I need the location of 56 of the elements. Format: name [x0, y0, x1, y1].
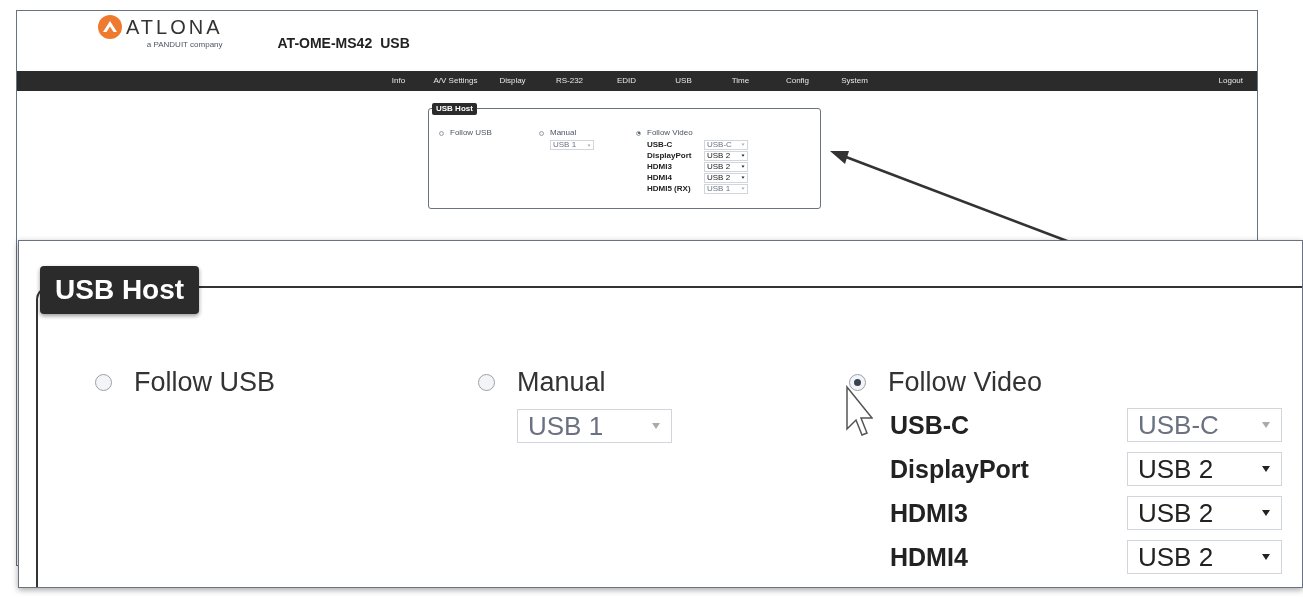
radio-button[interactable] [478, 373, 495, 391]
radio-label: Follow USB [134, 368, 276, 396]
radio-label: Manual [517, 368, 606, 396]
logo-text: ATLONA [126, 17, 223, 37]
dropdown-caret-icon [741, 154, 745, 157]
dropdown-caret-icon [741, 165, 745, 168]
dropdown[interactable]: USB 2 [1127, 540, 1282, 574]
nav-link[interactable]: Display [484, 75, 541, 87]
dropdown-caret-icon [1261, 509, 1271, 517]
port-label: HDMI3 [890, 500, 969, 526]
dropdown-caret-icon [1261, 465, 1271, 473]
dropdown-caret-icon [741, 187, 745, 190]
radio-label: Manual [550, 129, 577, 137]
nav-link[interactable]: Time [712, 75, 769, 87]
port-label: HDMI5 (RX) [647, 184, 692, 193]
dropdown[interactable]: USB 2 [704, 161, 748, 172]
nav-link[interactable]: USB [655, 75, 712, 87]
radio-label: Follow USB [450, 129, 492, 137]
port-label: DisplayPort [647, 151, 693, 160]
radio-button[interactable] [439, 130, 444, 136]
mouse-cursor-icon [845, 385, 873, 437]
radio-label: Follow Video [647, 129, 693, 137]
nav-link[interactable]: RS-232 [541, 75, 598, 87]
dropdown[interactable]: USB 2 [704, 172, 748, 183]
nav-link[interactable]: System [826, 75, 883, 87]
section-title: USB Host [40, 266, 200, 314]
dropdown-caret-icon [1261, 553, 1271, 561]
port-label: USB-C [647, 140, 674, 149]
dropdown-caret-icon [587, 143, 591, 147]
port-label: HDMI3 [647, 162, 673, 171]
dropdown[interactable]: USB 2 [704, 150, 748, 161]
page-section-title: USB [380, 34, 410, 53]
logo-icon [98, 15, 122, 39]
radio-button[interactable] [539, 130, 544, 136]
dropdown[interactable]: USB 2 [1127, 496, 1282, 530]
port-label: DisplayPort [890, 456, 1030, 482]
radio-label: Follow Video [888, 368, 1043, 396]
dropdown-caret-icon [741, 176, 745, 179]
logout-link[interactable]: Logout [1218, 75, 1243, 87]
section-title: USB Host [432, 103, 477, 115]
radio-button[interactable] [849, 373, 866, 391]
device-model: AT-OME-MS42 [277, 34, 373, 53]
radio-button[interactable] [95, 373, 112, 391]
dropdown[interactable]: USB 2 [1127, 452, 1282, 486]
dropdown-caret-icon [651, 422, 661, 430]
port-label: HDMI4 [890, 544, 969, 570]
nav-link[interactable]: A/V Settings [427, 75, 484, 87]
nav-link[interactable]: Config [769, 75, 826, 87]
port-label: HDMI4 [647, 173, 673, 182]
port-label: USB-C [890, 412, 971, 438]
nav-link[interactable]: Info [370, 75, 427, 87]
logo-tagline: a PANDUIT company [146, 41, 223, 49]
dropdown-caret-icon [1261, 421, 1271, 429]
radio-button[interactable] [636, 130, 641, 136]
nav-link[interactable]: EDID [598, 75, 655, 87]
dropdown-caret-icon [741, 143, 745, 146]
